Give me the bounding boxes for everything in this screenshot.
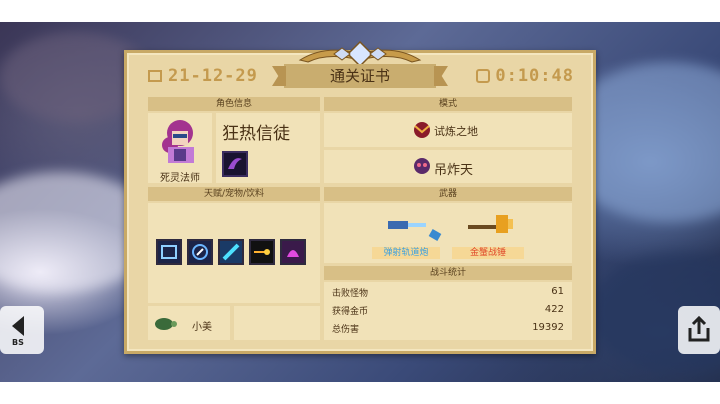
weapon-label: 金蟹战锤	[452, 247, 524, 259]
stat-row: 总伤害 19392	[332, 322, 564, 336]
pet-name: 小美	[192, 322, 212, 333]
clear-date: 21-12-29	[168, 66, 258, 86]
talent-icon	[249, 239, 275, 265]
character-section-header: 角色信息	[148, 97, 320, 111]
stats-section-header: 战斗统计	[324, 266, 572, 280]
skill-icon	[222, 151, 248, 177]
share-button[interactable]	[678, 306, 720, 354]
mode-name: 试炼之地	[434, 125, 478, 138]
character-title-cell: 狂热信徒	[216, 113, 320, 183]
clear-time: 0:10:48	[495, 66, 574, 86]
stat-value: 19392	[532, 322, 564, 333]
certificate-title: 通关证书	[284, 64, 436, 88]
weapons-section-header: 武器	[324, 187, 572, 201]
certificate-header: 21-12-29 通关证书 0:10:48	[140, 64, 580, 90]
weapon-label: 弹射轨道炮	[372, 247, 440, 259]
clock-icon	[476, 69, 490, 83]
turtle-pet-icon	[155, 318, 177, 330]
calendar-icon	[148, 70, 162, 82]
talent-icon	[187, 239, 213, 265]
railgun-icon	[388, 221, 442, 241]
talent-icon	[280, 239, 306, 265]
necromancer-portrait-icon	[162, 120, 194, 163]
trial-ground-icon	[414, 122, 430, 138]
stat-label: 击败怪物	[332, 289, 369, 299]
back-button[interactable]: BS	[0, 306, 44, 354]
mode-section-header: 模式	[324, 97, 572, 111]
stat-value: 422	[544, 304, 564, 315]
stat-row: 获得金币 422	[332, 304, 564, 318]
stat-label: 获得金币	[332, 307, 369, 317]
character-title: 狂热信徒	[222, 124, 290, 144]
talents-section-header: 天赋/宠物/饮料	[148, 187, 320, 201]
stats-cell: 击败怪物 61 获得金币 422 总伤害 19392	[324, 282, 572, 340]
weapons-cell: 弹射轨道炮 金蟹战锤	[324, 203, 572, 263]
talent-icon	[218, 239, 244, 265]
character-portrait-cell: 死灵法师	[148, 113, 212, 184]
stat-value: 61	[551, 286, 564, 297]
mode-item: 吊炸天	[324, 150, 572, 183]
share-icon	[688, 315, 710, 342]
crab-hammer-icon	[468, 215, 513, 233]
back-button-label: BS	[12, 338, 24, 347]
talent-icon	[156, 239, 182, 265]
mode-item: 试炼之地	[324, 113, 572, 147]
character-name: 死灵法师	[160, 173, 200, 184]
mode-name: 吊炸天	[434, 163, 474, 178]
pet-cell: 小美	[148, 306, 230, 340]
talents-cell	[148, 203, 320, 303]
badass-mode-icon	[414, 158, 430, 174]
stat-label: 总伤害	[332, 325, 360, 335]
empty-slot	[234, 306, 320, 340]
stat-row: 击败怪物 61	[332, 286, 564, 300]
